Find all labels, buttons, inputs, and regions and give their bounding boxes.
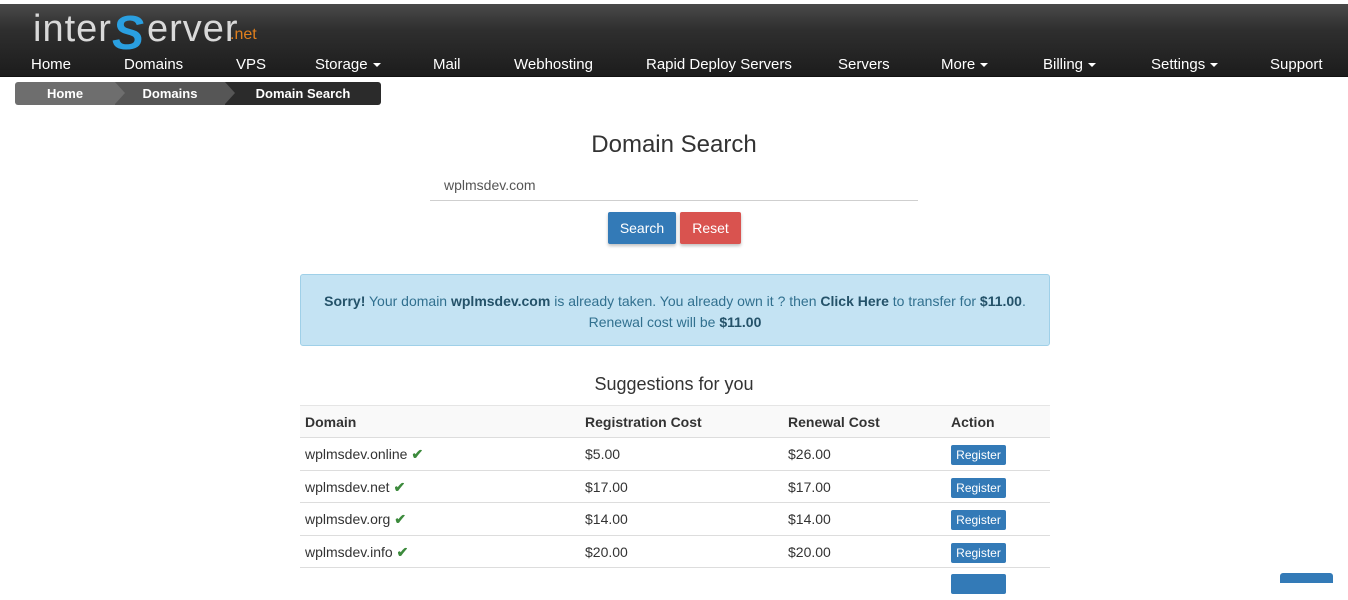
row-renewal-cost: $20.00 [788, 543, 831, 560]
register-button[interactable]: Register [951, 477, 1006, 498]
checkmark-icon: ✔ [411, 446, 424, 462]
nav-storage-label: Storage [315, 56, 368, 73]
header-domain: Domain [305, 414, 357, 430]
domain-name: wplmsdev.online [305, 446, 408, 462]
domain-search-input[interactable] [430, 170, 918, 201]
alert-text-2: is already taken. You already own it ? t… [550, 293, 821, 309]
caret-down-icon [1210, 63, 1219, 68]
nav-vps[interactable]: VPS [236, 56, 266, 73]
row-registration-cost: $14.00 [585, 511, 628, 527]
register-button[interactable]: Register [951, 542, 1006, 563]
alert-renewal-text: Renewal cost will be [588, 314, 720, 330]
nav-billing[interactable]: Billing [1043, 56, 1097, 73]
nav-rapid-deploy-label: Rapid Deploy Servers [646, 56, 792, 73]
nav-home-label: Home [31, 56, 72, 73]
alert-transfer-price: $11.00 [979, 293, 1022, 309]
logo-text-erver: erver [147, 8, 239, 50]
chat-widget-tab[interactable] [1280, 573, 1333, 583]
nav-domains[interactable]: Domains [124, 56, 183, 73]
search-button[interactable]: Search [608, 212, 676, 244]
caret-down-icon [1088, 63, 1097, 68]
nav-settings-label: Settings [1151, 56, 1206, 73]
checkmark-icon: ✔ [393, 478, 406, 495]
alert-domain: wplmsdev.com [450, 293, 551, 309]
header-action: Action [951, 414, 995, 430]
alert-text-3: to transfer for [888, 293, 980, 309]
checkmark-icon: ✔ [396, 543, 409, 560]
header-renewal-cost: Renewal Cost [788, 414, 880, 430]
table-header-row: Domain Registration Cost Renewal Cost Ac… [300, 405, 1050, 437]
nav-mail-label: Mail [433, 56, 461, 73]
alert-text-1: Your domain [365, 293, 451, 309]
nav-servers-label: Servers [838, 56, 890, 73]
caret-down-icon [980, 63, 989, 68]
row-domain: wplmsdev.online ✔ [305, 446, 423, 463]
nav-rapid-deploy-servers[interactable]: Rapid Deploy Servers [646, 56, 792, 73]
domain-name: wplmsdev.net [305, 478, 390, 495]
row-registration-cost: $5.00 [585, 446, 621, 462]
register-button[interactable] [951, 574, 1006, 594]
row-renewal-cost: $17.00 [788, 478, 831, 495]
table-row: wplmsdev.online ✔ $5.00 $26.00 Register [300, 437, 1050, 470]
nav-vps-label: VPS [236, 56, 267, 73]
alert-renewal-price: $11.00 [719, 314, 762, 330]
nav-domains-label: Domains [124, 56, 184, 73]
nav-support[interactable]: Support [1270, 56, 1323, 73]
breadcrumb-current-label: Domain Search [255, 86, 351, 101]
breadcrumb-domains[interactable]: Domains [115, 82, 235, 105]
row-renewal-cost: $26.00 [788, 446, 831, 462]
row-registration-cost: $20.00 [585, 543, 628, 560]
breadcrumb-home[interactable]: Home [15, 82, 125, 105]
nav-storage[interactable]: Storage [315, 56, 381, 73]
domain-name: wplmsdev.info [305, 543, 393, 560]
row-registration-cost: $17.00 [585, 478, 628, 495]
alert-sorry: Sorry! [324, 293, 366, 309]
breadcrumb-domain-search: Domain Search [225, 82, 381, 105]
row-domain: wplmsdev.org ✔ [305, 511, 406, 528]
register-button[interactable]: Register [951, 510, 1006, 530]
logo-text-inter: inter [33, 8, 112, 50]
nav-billing-label: Billing [1043, 56, 1084, 73]
main-nav: Home Domains VPS Storage Mail Webhosting… [0, 54, 1348, 76]
domain-taken-alert: Sorry! Your domain wplmsdev.com is alrea… [300, 274, 1050, 346]
nav-mail[interactable]: Mail [433, 56, 461, 73]
table-row: wplmsdev.info ✔ $20.00 $20.00 Register [300, 534, 1050, 568]
suggestions-title: Suggestions for you [594, 374, 754, 394]
caret-down-icon [372, 63, 381, 68]
transfer-link[interactable]: Click Here [820, 293, 888, 309]
breadcrumb-home-label: Home [46, 86, 84, 101]
table-row-partial [300, 567, 1050, 600]
domain-name: wplmsdev.org [305, 511, 391, 527]
nav-more[interactable]: More [941, 56, 989, 73]
page-title: Domain Search [591, 131, 757, 158]
nav-webhosting[interactable]: Webhosting [514, 56, 593, 73]
register-button[interactable]: Register [951, 445, 1006, 465]
breadcrumb: Home Domains Domain Search [15, 82, 381, 105]
row-renewal-cost: $14.00 [788, 511, 831, 527]
nav-more-label: More [941, 56, 976, 73]
checkmark-icon: ✔ [394, 511, 407, 527]
nav-support-label: Support [1270, 56, 1323, 73]
nav-settings[interactable]: Settings [1151, 56, 1219, 73]
alert-text-4: . [1021, 293, 1026, 309]
reset-button[interactable]: Reset [680, 212, 741, 244]
header-registration-cost: Registration Cost [585, 414, 702, 430]
nav-home[interactable]: Home [31, 56, 71, 73]
table-row: wplmsdev.net ✔ $17.00 $17.00 Register [300, 469, 1050, 503]
top-navbar: inter S erver .net Home Domains VPS Stor… [0, 4, 1348, 77]
logo-text-s: S [112, 7, 145, 60]
nav-webhosting-label: Webhosting [514, 56, 593, 73]
row-domain: wplmsdev.net ✔ [305, 479, 405, 496]
logo-text-net: .net [230, 26, 257, 43]
row-domain: wplmsdev.info ✔ [305, 544, 408, 561]
table-row: wplmsdev.org ✔ $14.00 $14.00 Register [300, 502, 1050, 535]
breadcrumb-domains-label: Domains [142, 86, 198, 101]
nav-servers[interactable]: Servers [838, 56, 890, 73]
